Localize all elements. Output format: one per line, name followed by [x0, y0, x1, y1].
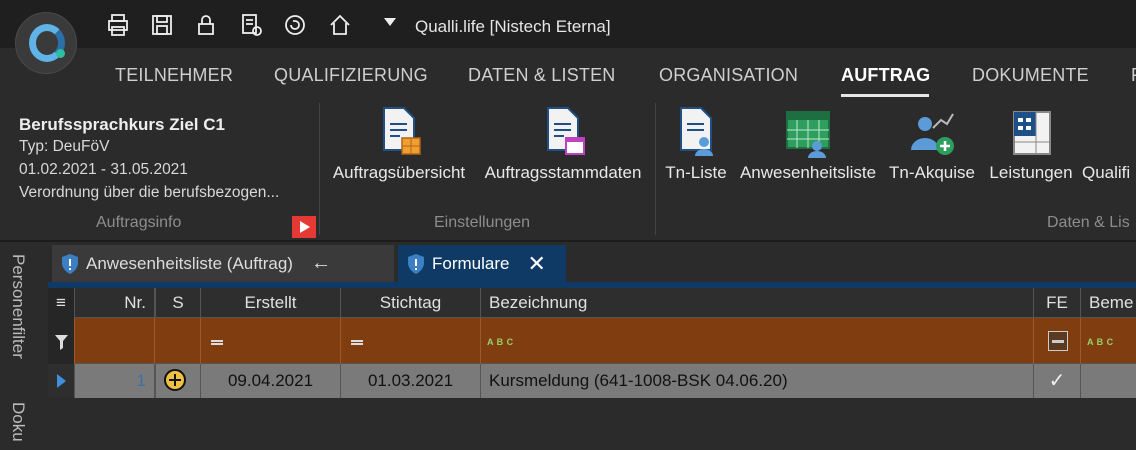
- column-header-nr[interactable]: Nr.: [75, 288, 155, 318]
- cell-bemerkung[interactable]: [1081, 364, 1136, 398]
- text-filter-icon: A B C: [487, 337, 514, 347]
- print-icon[interactable]: [104, 11, 132, 39]
- auftrag-period: 01.02.2021 - 31.05.2021: [19, 161, 188, 178]
- tab-anwesenheitsliste[interactable]: Anwesenheitsliste (Auftrag) ←: [52, 245, 394, 282]
- menu-daten-listen[interactable]: DATEN & LISTEN: [468, 65, 616, 86]
- shield-icon: [408, 253, 424, 274]
- side-panel-rail: Personenfilter Doku: [0, 242, 48, 450]
- menu-teilnehmer[interactable]: TEILNEHMER: [115, 65, 233, 86]
- column-header-bemerkung[interactable]: Beme: [1081, 288, 1136, 318]
- window-title: Qualli.life [Nistech Eterna]: [415, 17, 611, 36]
- qualifi-icon-placeholder: [1082, 105, 1134, 161]
- qualifi-button[interactable]: Qualifi: [1082, 103, 1136, 203]
- column-header-bezeichnung[interactable]: Bezeichnung: [481, 288, 1034, 318]
- filter-cell-bemerkung[interactable]: A B C: [1081, 318, 1136, 364]
- shield-icon: [62, 253, 78, 274]
- menu-auftrag[interactable]: AUFTRAG: [841, 65, 930, 86]
- menu-overflow[interactable]: F: [1131, 65, 1136, 86]
- filter-cell-s[interactable]: [155, 318, 201, 364]
- table-row[interactable]: 1 09.04.2021 01.03.2021 Kursmeldung (641…: [48, 364, 1136, 398]
- tab-formulare[interactable]: Formulare ✕: [398, 245, 566, 282]
- doku-panel-tab[interactable]: Doku: [8, 402, 28, 442]
- ribbon: Berufssprachkurs Ziel C1 Typ: DeuFöV 01.…: [0, 103, 1136, 240]
- arrow-left-icon[interactable]: ←: [311, 252, 331, 275]
- lock-icon[interactable]: [192, 11, 220, 39]
- filter-icon[interactable]: [48, 318, 75, 364]
- save-icon[interactable]: [148, 11, 176, 39]
- document-person-icon: [670, 105, 722, 161]
- filter-cell-nr[interactable]: [75, 318, 155, 364]
- leistungen-label: Leistungen: [989, 163, 1073, 182]
- auftrag-description: Verordnung über die berufsbezogen...: [19, 184, 280, 201]
- close-icon[interactable]: ✕: [527, 251, 545, 277]
- qualifi-label: Qualifi: [1082, 163, 1131, 182]
- equals-icon: [351, 340, 363, 345]
- ribbon-separator: [655, 103, 656, 235]
- auftragsuebersicht-label: Auftragsübersicht: [332, 163, 466, 182]
- calculator-icon: [1005, 105, 1057, 161]
- tn-akquise-label: Tn-Akquise: [889, 163, 975, 182]
- cell-nr[interactable]: 1: [75, 364, 155, 398]
- formulare-grid: ≡ Nr. S Erstellt Stichtag Bezeichnung FE…: [48, 288, 1136, 450]
- quick-access-dropdown-icon[interactable]: [384, 18, 396, 26]
- cell-status[interactable]: [155, 364, 201, 398]
- grid-filter-row: A B C A B C: [48, 318, 1136, 364]
- auftrag-type: Typ: DeuFöV: [19, 138, 110, 155]
- text-filter-icon: A B C: [1087, 337, 1114, 347]
- filter-cell-bezeichnung[interactable]: A B C: [481, 318, 1034, 364]
- menu-dokumente[interactable]: DOKUMENTE: [972, 65, 1089, 86]
- add-circle-icon[interactable]: [156, 364, 202, 398]
- tab-label: Formulare: [432, 253, 510, 273]
- cell-stichtag[interactable]: 01.03.2021: [341, 364, 481, 398]
- tab-label: Anwesenheitsliste (Auftrag): [86, 253, 293, 273]
- leistungen-button[interactable]: Leistungen: [986, 103, 1076, 203]
- anwesenheitsliste-label: Anwesenheitsliste: [739, 163, 877, 182]
- column-chooser-icon[interactable]: ≡: [48, 288, 75, 318]
- row-indicator-icon[interactable]: [48, 364, 75, 398]
- personenfilter-panel-tab[interactable]: Personenfilter: [8, 254, 28, 359]
- person-add-icon: [906, 105, 958, 161]
- refresh-icon[interactable]: [281, 11, 309, 39]
- column-header-stichtag[interactable]: Stichtag: [341, 288, 481, 318]
- column-header-erstellt[interactable]: Erstellt: [201, 288, 341, 318]
- active-menu-indicator: [841, 94, 929, 97]
- document-tabstrip: Anwesenheitsliste (Auftrag) ← Formulare …: [48, 242, 1136, 282]
- filter-cell-erstellt[interactable]: [201, 318, 341, 364]
- app-logo[interactable]: [15, 12, 77, 74]
- report-icon[interactable]: [237, 11, 265, 39]
- auftragsstammdaten-button[interactable]: Auftragsstammdaten: [478, 103, 648, 203]
- group-label-daten: Daten & Lis: [1047, 214, 1130, 231]
- calendar-person-icon: [782, 105, 834, 161]
- group-label-auftragsinfo: Auftragsinfo: [96, 214, 182, 231]
- cell-bezeichnung[interactable]: Kursmeldung (641-1008-BSK 04.06.20): [481, 364, 1034, 398]
- column-header-s[interactable]: S: [155, 288, 201, 318]
- group-label-einstellungen: Einstellungen: [434, 214, 531, 231]
- tn-liste-button[interactable]: Tn-Liste: [662, 103, 730, 203]
- column-header-fe[interactable]: FE: [1034, 288, 1081, 318]
- auftragsstammdaten-label: Auftragsstammdaten: [484, 163, 642, 182]
- home-icon[interactable]: [326, 11, 354, 39]
- title-bar: Qualli.life [Nistech Eterna]: [0, 0, 1136, 48]
- equals-icon: [211, 340, 223, 345]
- cell-erstellt[interactable]: 09.04.2021: [201, 364, 341, 398]
- tn-liste-label: Tn-Liste: [665, 163, 727, 182]
- anwesenheitsliste-button[interactable]: Anwesenheitsliste: [736, 103, 880, 203]
- filter-cell-fe[interactable]: [1034, 318, 1081, 364]
- filter-cell-stichtag[interactable]: [341, 318, 481, 364]
- cell-fe-check[interactable]: ✓: [1034, 364, 1081, 398]
- menu-bar: TEILNEHMER QUALIFIZIERUNG DATEN & LISTEN…: [0, 48, 1136, 103]
- expand-info-button[interactable]: [292, 216, 316, 238]
- grid-header-row: ≡ Nr. S Erstellt Stichtag Bezeichnung FE…: [48, 288, 1136, 318]
- menu-organisation[interactable]: ORGANISATION: [659, 65, 798, 86]
- document-table-icon: [373, 105, 425, 161]
- tn-akquise-button[interactable]: Tn-Akquise: [886, 103, 978, 203]
- auftrag-title: Berufssprachkurs Ziel C1: [19, 115, 225, 134]
- ribbon-separator: [319, 103, 320, 235]
- auftragsuebersicht-button[interactable]: Auftragsübersicht: [329, 103, 469, 203]
- document-window-icon: [537, 105, 589, 161]
- checkbox-indeterminate-icon[interactable]: [1048, 331, 1068, 351]
- menu-qualifizierung[interactable]: QUALIFIZIERUNG: [274, 65, 428, 86]
